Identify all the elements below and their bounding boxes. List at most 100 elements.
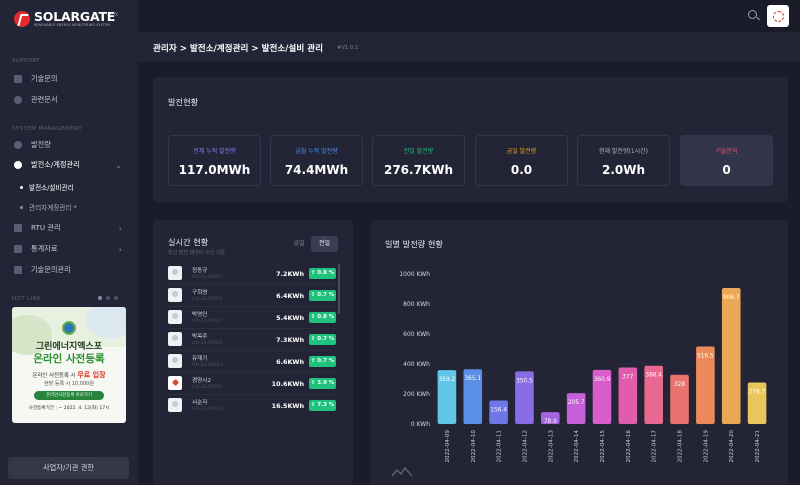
sidebar-item-generation[interactable]: 발전량 — [14, 138, 130, 152]
x-tick-label: 2022-04-11 — [497, 430, 503, 463]
x-tick-label: 2022-04-17 — [652, 430, 658, 463]
sidebar-item-inquiry-admin[interactable]: 기술문의관리 — [14, 263, 130, 277]
row-divider — [168, 372, 336, 373]
search-icon[interactable] — [748, 10, 757, 19]
chevron-right-icon: › — [118, 244, 122, 254]
stat-label: 전일 발전량 — [403, 148, 434, 155]
y-tick-label: 200 KWh — [403, 391, 430, 398]
x-tick-label: 2022-04-16 — [626, 430, 632, 463]
solargate-logo-icon — [14, 11, 30, 27]
x-tick-label: 2022-04-19 — [703, 430, 709, 463]
list-item[interactable]: 서순자 HD-22-00011 16.5KWh ⇧ 7.3 % — [168, 396, 336, 418]
change-value: 3.9 % — [317, 380, 335, 386]
sidebar-item-label: 관련문서 — [31, 95, 58, 104]
data-label: 328 — [674, 382, 685, 388]
list-item[interactable]: 박영인 HD-22-00017 5.4KWh ⇧ 0.8 % — [168, 308, 336, 330]
hot-link-label: HOT LINK — [12, 296, 42, 302]
business-authority-button[interactable]: 사업자/기관 권한 — [8, 457, 129, 479]
banner-register-button[interactable]: 온라인사전등록 바로가기 — [34, 391, 104, 400]
generation-value: 6.6KWh — [276, 358, 304, 366]
document-icon — [14, 96, 22, 104]
stats-icon — [14, 245, 22, 253]
stat-card: 금월 누적 발전량 74.4MWh — [270, 135, 363, 186]
daily-chart-title: 일별 발전량 현황 — [385, 239, 443, 249]
toggle-today[interactable]: 금일 — [289, 236, 309, 252]
plant-code: HD-22-00007 — [192, 275, 223, 280]
banner-offer: 온라인 사전등록 시 무료 입장 — [32, 371, 106, 379]
version-label: #V1.0.1 — [337, 45, 359, 51]
sidebar-subitem-label: 발전소/설비관리 — [29, 184, 74, 192]
toggle-yesterday[interactable]: 전일 — [311, 236, 338, 252]
change-value: 7.3 % — [317, 402, 335, 408]
sidebar-item-rtu[interactable]: RTU 관리 › — [14, 221, 130, 235]
banner-pager-dots[interactable] — [98, 296, 118, 300]
x-tick-label: 2022-04-09 — [445, 430, 451, 463]
stat-value: 0 — [722, 163, 731, 177]
change-value: 0.7 % — [317, 358, 335, 364]
data-label: 359.2 — [439, 377, 456, 383]
plant-code: HD-22-00005 — [192, 297, 223, 302]
data-label: 205.7 — [568, 400, 585, 406]
generation-value: 6.4KWh — [276, 292, 304, 300]
support-section-label: SUPPORT — [12, 58, 41, 64]
x-tick-label: 2022-04-10 — [471, 430, 477, 463]
overview-title: 발전현황 — [168, 97, 199, 107]
sidebar-item-plant-account[interactable]: 발전소/계정관리 ⌄ — [14, 158, 130, 172]
change-value: 0.7 % — [317, 292, 335, 298]
data-label: 377 — [622, 374, 633, 380]
data-label: 365.1 — [464, 376, 481, 382]
y-tick-label: 0 KWh — [411, 421, 430, 428]
avatar — [168, 288, 182, 302]
list-item[interactable]: 유재기 HD-22-00013 6.6KWh ⇧ 0.7 % — [168, 352, 336, 374]
change-badge: ⇧ 0.7 % — [309, 334, 336, 345]
sidebar-subitem-admin-accounts[interactable]: 관리자계정관리 * — [20, 200, 132, 214]
sidebar-item-label: 발전량 — [31, 140, 51, 149]
change-badge: ⇧ 0.8 % — [309, 312, 336, 323]
sidebar-item-tech-inquiry[interactable]: 기술문의 — [14, 72, 130, 86]
x-tick-label: 2022-04-21 — [755, 430, 761, 463]
stat-label: 전체 누적 발전량 — [193, 148, 236, 155]
plant-owner-name: 구희영 — [192, 290, 208, 296]
realtime-scrollbar[interactable] — [338, 264, 340, 314]
brand-logo[interactable]: SOLARGATE RENEWABLE ENERGY MONITORING SY… — [14, 7, 116, 31]
solar-logo-icon — [772, 10, 784, 22]
stat-card: 전일 발전량 276.7KWh — [372, 135, 465, 186]
generation-value: 16.5KWh — [271, 402, 304, 410]
generation-value: 5.4KWh — [276, 314, 304, 322]
chevron-right-icon: › — [118, 223, 122, 233]
data-label: 388.4 — [645, 373, 662, 379]
x-tick-label: 2022-04-15 — [600, 430, 606, 463]
plant-code: HD-22-00022 — [192, 385, 223, 390]
stat-card: 현재 발전량(1시간) 2.0Wh — [577, 135, 670, 186]
bar — [566, 393, 586, 424]
change-value: 0.8 % — [317, 314, 335, 320]
sidebar-item-label: RTU 관리 — [31, 223, 61, 232]
stat-card[interactable]: 기술문의 0 — [680, 135, 773, 186]
data-label: 78.9 — [544, 419, 557, 425]
list-item[interactable]: 구희영 HD-22-00005 6.4KWh ⇧ 0.7 % — [168, 286, 336, 308]
x-tick-label: 2022-04-13 — [548, 430, 554, 463]
brand-name: SOLARGATE — [34, 8, 116, 24]
data-label: 906.7 — [723, 295, 740, 301]
collapse-sidebar-icon[interactable]: « — [113, 9, 119, 20]
data-label: 516.5 — [697, 354, 714, 360]
page-title: 관리자 > 발전소/계정관리 > 발전소/설비 관리 — [153, 44, 324, 54]
change-value: 0.8 % — [317, 270, 335, 276]
stat-value: 2.0Wh — [601, 163, 646, 177]
avatar — [168, 398, 182, 412]
plant-owner-name: 서순자 — [192, 400, 208, 406]
sidebar-item-statistics[interactable]: 통계자료 › — [14, 242, 130, 256]
user-avatar[interactable] — [767, 5, 789, 27]
expo-banner[interactable]: 그린에너지엑스포 온라인 사전등록 온라인 사전등록 시 무료 입장 현장 등록… — [12, 307, 126, 423]
list-item[interactable]: 박옥주 HD-22-00002 7.3KWh ⇧ 0.7 % — [168, 330, 336, 352]
x-tick-label: 2022-04-18 — [678, 430, 684, 463]
sidebar-item-label: 기술문의관리 — [31, 265, 71, 274]
change-badge: ⇧ 0.7 % — [309, 290, 336, 301]
stat-label: 금일 발전량 — [506, 148, 537, 155]
sidebar-item-documents[interactable]: 관련문서 — [14, 93, 130, 107]
list-item[interactable]: 정동규 HD-22-00007 7.2KWh ⇧ 0.8 % — [168, 264, 336, 286]
avatar — [168, 266, 182, 280]
generation-value: 10.6KWh — [271, 380, 304, 388]
sidebar-subitem-plant-equipment[interactable]: 발전소/설비관리 — [20, 180, 132, 194]
list-item[interactable]: 경양시2 HD-22-00022 10.6KWh ⇧ 3.9 % — [168, 374, 336, 396]
